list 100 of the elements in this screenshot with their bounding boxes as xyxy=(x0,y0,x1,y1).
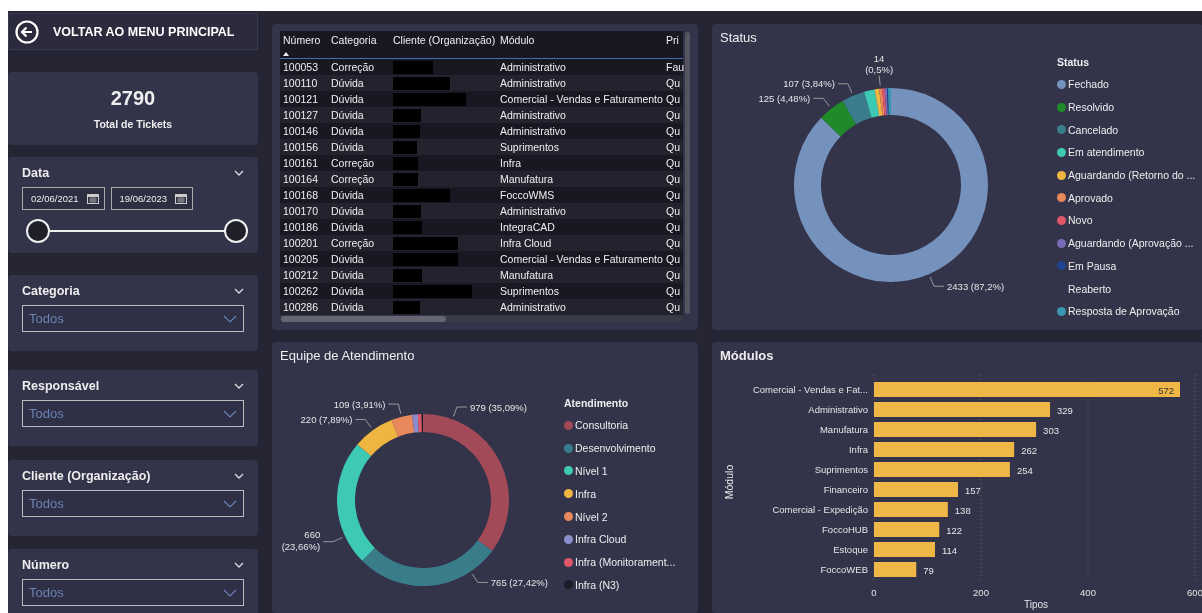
slider-thumb[interactable] xyxy=(224,219,248,243)
legend-label: Cancelado xyxy=(1068,123,1119,136)
legend-label: Reaberto xyxy=(1068,282,1112,295)
table-cell: Administrativo xyxy=(497,58,664,75)
legend-label: Fechado xyxy=(1068,78,1109,91)
calendar-icon[interactable] xyxy=(86,193,99,204)
leader-line xyxy=(387,403,402,415)
legend-label: Infra (Monitorament... xyxy=(575,556,676,569)
table-cell: Correção xyxy=(328,58,390,75)
data-label: 125 (4,48%) xyxy=(758,92,811,104)
table-cell: Dúvida xyxy=(328,267,390,283)
date-field[interactable]: 19/06/2023 xyxy=(110,187,194,210)
legend-label: Desenvolvimento xyxy=(575,442,656,455)
legend-label: Aguardando (Retorno do ... xyxy=(1068,169,1196,182)
scrollbar[interactable] xyxy=(685,32,690,314)
table-cell: Qu xyxy=(664,267,683,283)
category-label: Manufatura xyxy=(819,424,868,435)
filter-title: Responsável xyxy=(22,379,100,393)
tick-label: 400 xyxy=(1080,587,1096,598)
table-cell: 100168 xyxy=(280,187,328,203)
kpi-label: Total de Tickets xyxy=(93,118,173,130)
legend-label: Novo xyxy=(1068,214,1093,227)
value-label: 254 xyxy=(1016,465,1033,476)
category-label: Comercial - Vendas e Fat... xyxy=(752,384,868,395)
legend-title: Atendimento xyxy=(564,397,630,409)
table-cell: Dúvida xyxy=(328,187,390,203)
table-cell: 100121 xyxy=(280,91,328,107)
table-cell: Dúvida xyxy=(328,139,390,155)
filter-title: Cliente (Organização) xyxy=(22,469,151,483)
scrollbar[interactable] xyxy=(281,316,683,322)
table-cell: 100212 xyxy=(280,267,328,283)
table-cell: 100146 xyxy=(280,123,328,139)
column-header[interactable]: Número xyxy=(280,31,328,59)
table-cell: 100205 xyxy=(280,251,328,267)
data-label: 220 (7,89%) xyxy=(300,414,353,425)
table-cell: Administrativo xyxy=(497,203,664,219)
column-header[interactable]: Categoria xyxy=(328,31,390,59)
slider-thumb[interactable] xyxy=(26,219,50,243)
table-cell: Dúvida xyxy=(328,123,390,139)
column-header[interactable]: Pri xyxy=(664,31,683,59)
tick-label: 200 xyxy=(973,587,989,598)
leader-line xyxy=(878,75,881,87)
table-cell: Qu xyxy=(664,251,683,267)
table-cell: Qu xyxy=(664,187,683,203)
table-cell: 100110 xyxy=(280,75,328,91)
leader-line xyxy=(837,83,853,94)
table-cell: 100164 xyxy=(280,171,328,187)
panel-title: Status xyxy=(719,29,758,46)
leader-line xyxy=(354,419,372,429)
table-cell: Dúvida xyxy=(328,283,390,299)
legend-label: Resolvido xyxy=(1068,101,1115,114)
column-header[interactable]: Módulo xyxy=(497,31,664,59)
filter-title: Data xyxy=(22,166,50,180)
legend-label: Consultoria xyxy=(575,419,629,432)
legend-label: Infra xyxy=(575,487,596,500)
category-label: Administrativo xyxy=(808,404,868,415)
axis-title: Tipos xyxy=(1023,599,1049,610)
table-cell: Qu xyxy=(664,283,683,299)
table-cell: Suprimentos xyxy=(497,139,664,155)
legend-label: Em atendimento xyxy=(1068,146,1145,159)
column-header[interactable]: Cliente (Organização) xyxy=(390,31,497,59)
table-cell: Fau xyxy=(664,58,683,75)
calendar-icon[interactable] xyxy=(175,193,188,204)
table-cell: Administrativo xyxy=(497,75,664,91)
value-label: 303 xyxy=(1043,425,1059,436)
filter-title: Categoria xyxy=(22,284,80,298)
data-label: 979 (35,09%) xyxy=(469,401,527,413)
legend-label: Em Pausa xyxy=(1068,259,1117,272)
table-cell: Dúvida xyxy=(328,219,390,235)
data-label: 109 (3,91%) xyxy=(333,398,386,410)
tick-label: 600 xyxy=(1187,587,1202,598)
data-label: 14 (0,5%) xyxy=(865,52,894,75)
table-cell: Dúvida xyxy=(328,299,390,315)
table-cell: 100262 xyxy=(280,283,328,299)
panel-title: Equipe de Atendimento xyxy=(279,347,416,364)
back-button[interactable]: VOLTAR AO MENU PRINCIPAL xyxy=(8,13,258,50)
category-label: Suprimentos xyxy=(814,464,868,475)
filter-title: Número xyxy=(22,558,70,572)
table-cell: Infra Cloud xyxy=(497,235,664,251)
value-label: 114 xyxy=(942,545,958,556)
date-field[interactable]: 02/06/2021 xyxy=(22,187,105,210)
data-label: 2433 (87,2%) xyxy=(947,280,1005,292)
leader-line xyxy=(322,537,343,543)
legend-label: Nível 1 xyxy=(575,465,608,477)
table-cell: 100127 xyxy=(280,107,328,123)
bar xyxy=(874,542,935,557)
table-cell: Qu xyxy=(664,203,683,219)
legend-label: Nível 2 xyxy=(575,510,608,523)
table-cell: 100286 xyxy=(280,299,328,315)
leader-line xyxy=(812,97,830,107)
sort-icon[interactable] xyxy=(283,52,289,56)
value-label: 572 xyxy=(1158,385,1174,396)
table-cell: 100161 xyxy=(280,155,328,171)
data-label: 107 (3,84%) xyxy=(783,78,835,90)
table-cell: Qu xyxy=(664,139,683,155)
value-label: 138 xyxy=(954,505,971,516)
legend-label: Infra (N3) xyxy=(575,578,620,591)
table-cell: Qu xyxy=(664,107,683,123)
leader-line xyxy=(471,573,489,583)
category-label: FoccoHUB xyxy=(822,524,868,535)
